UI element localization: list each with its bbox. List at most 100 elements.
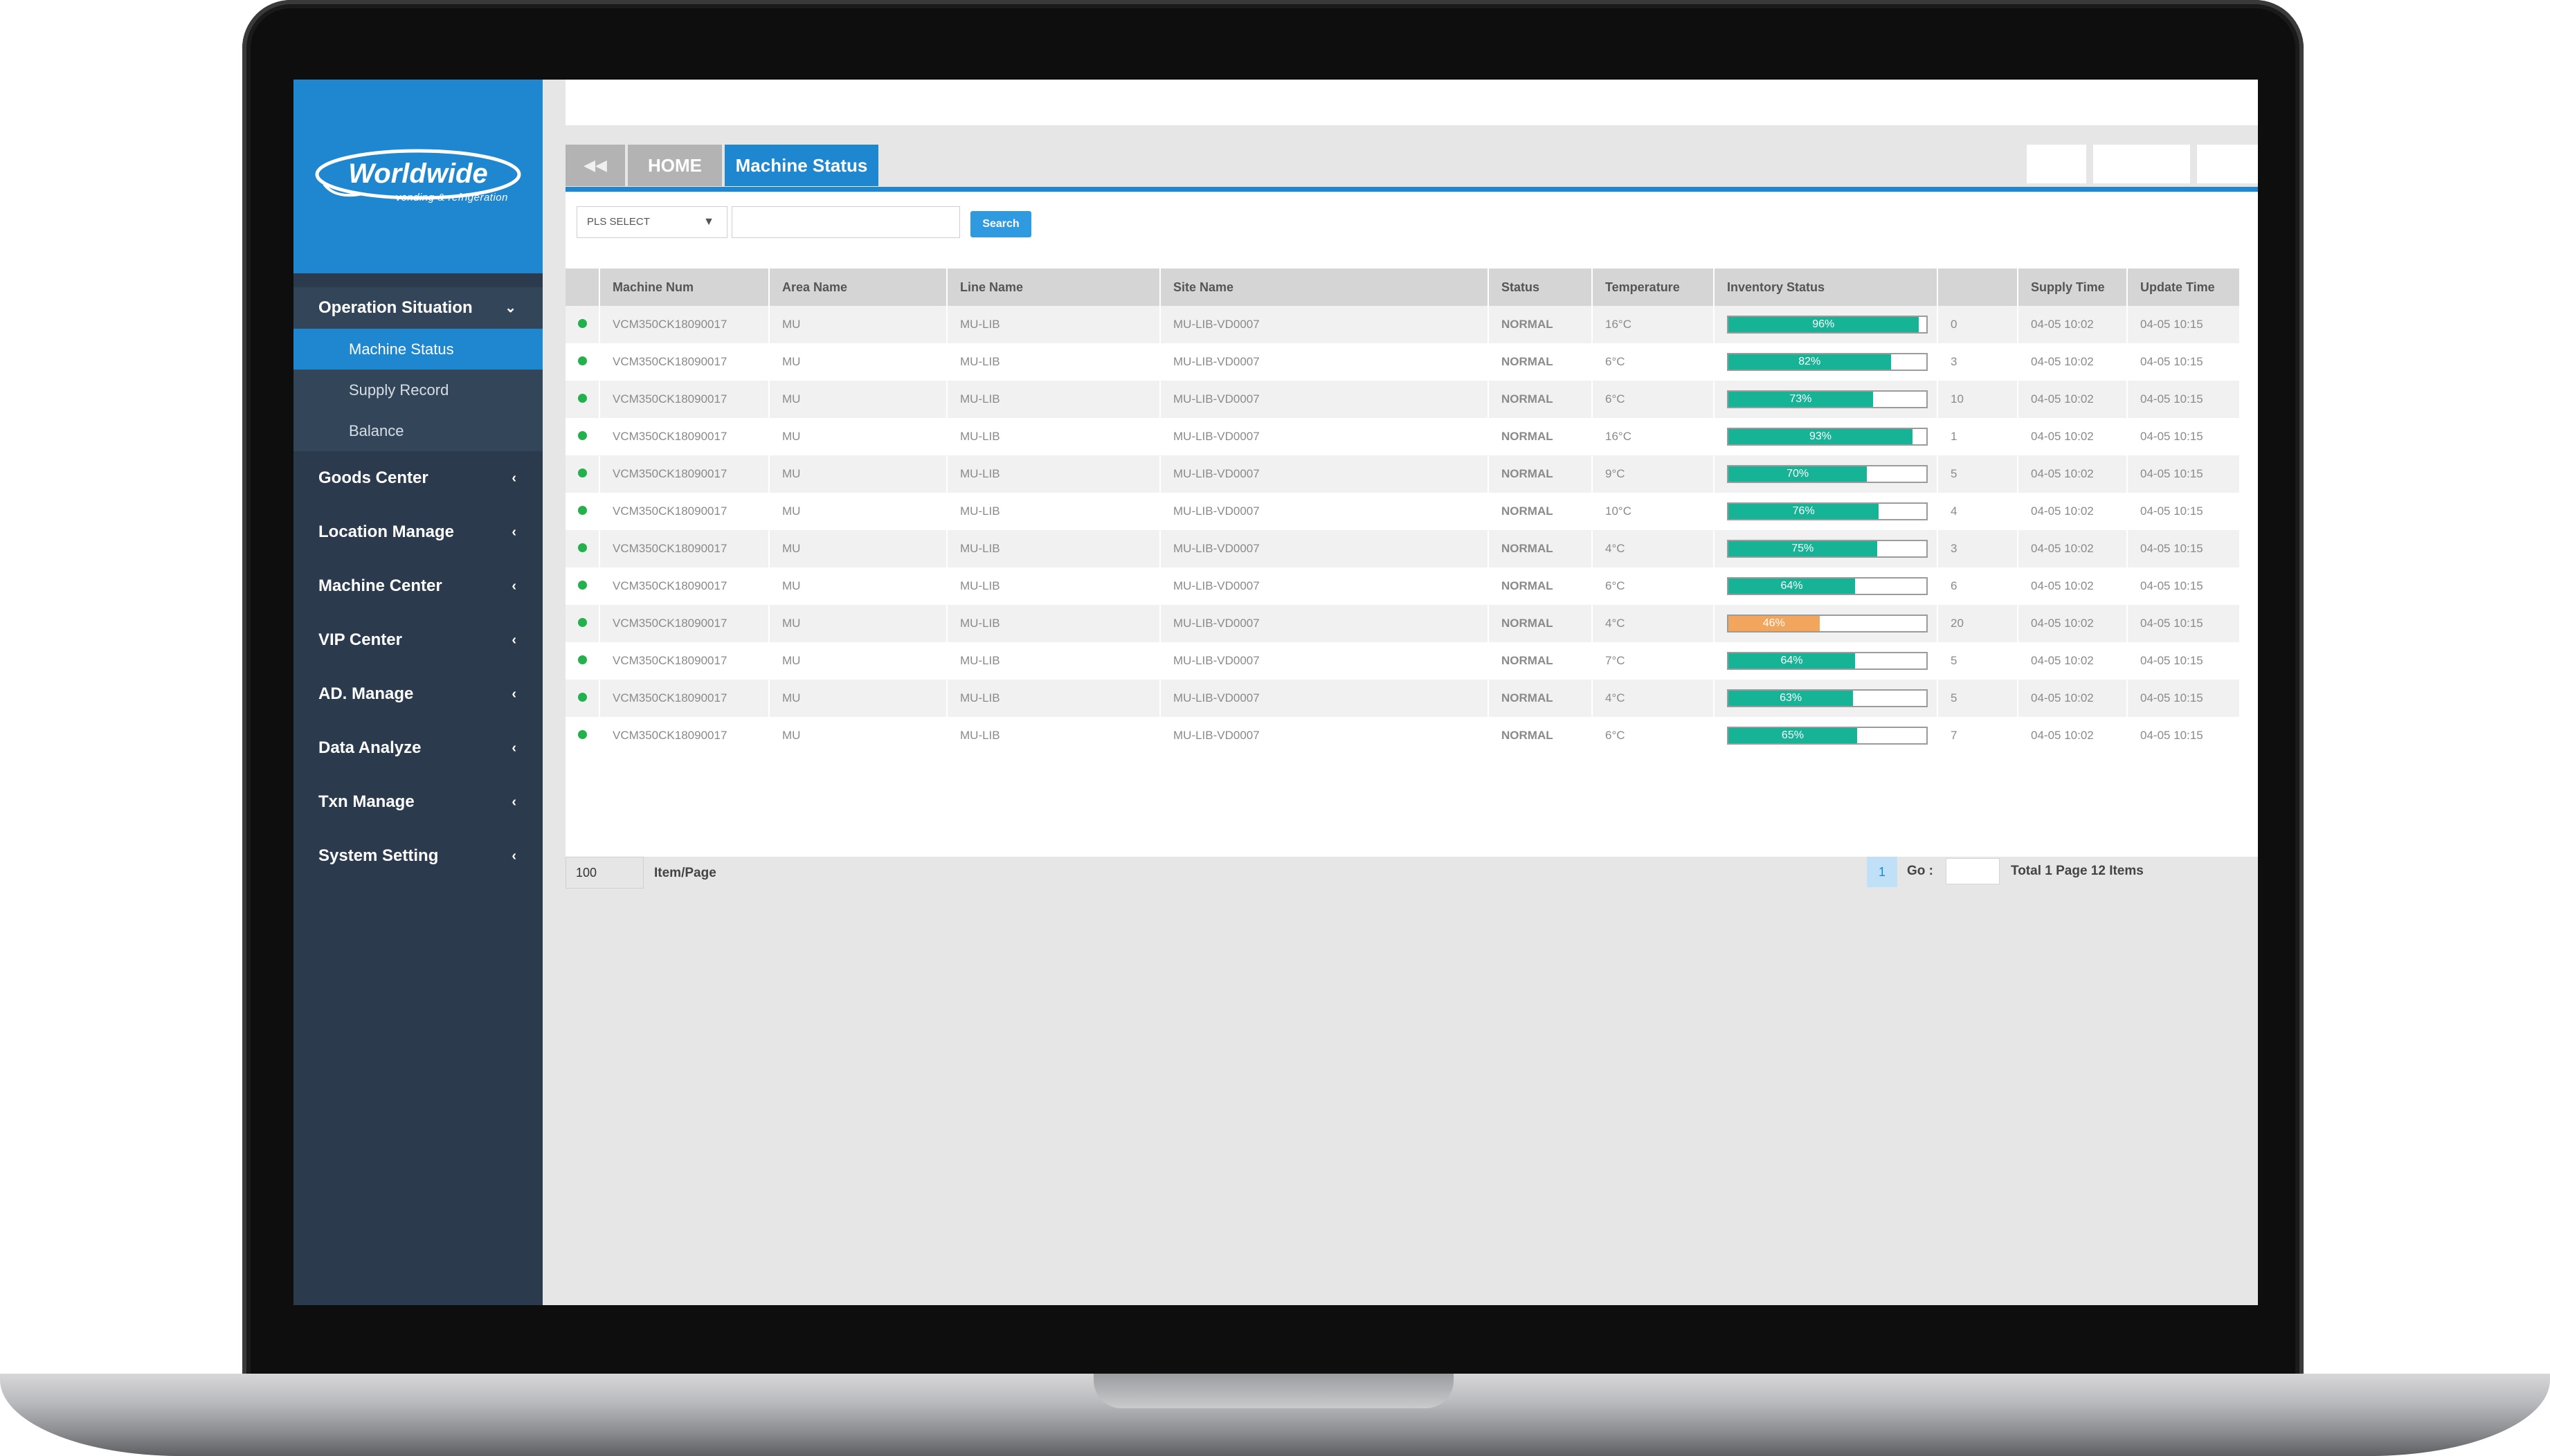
count-cell: 3	[1937, 530, 2018, 567]
supply-time-cell: 04-05 10:02	[2018, 418, 2128, 455]
table-row[interactable]: VCM350CK18090017 MU MU-LIB MU-LIB-VD0007 NOR…	[566, 343, 2241, 381]
supply-time-cell: 04-05 10:02	[2018, 605, 2128, 642]
sidebar-item-machine-status[interactable]: Machine Status	[293, 329, 543, 370]
table-row[interactable]: VCM350CK18090017 MU MU-LIB MU-LIB-VD0007 NOR…	[566, 381, 2241, 418]
chevron-left-icon: ‹	[512, 525, 516, 540]
sidebar-group-location-manage[interactable]: Location Manage ‹	[293, 505, 543, 559]
search-button[interactable]: Search	[970, 211, 1031, 237]
column-header[interactable]: Area Name	[769, 269, 948, 306]
supply-time-cell: 04-05 10:02	[2018, 567, 2128, 605]
area-name-cell: MU	[769, 455, 948, 493]
top-bar	[566, 80, 2258, 125]
sidebar-group-goods-center[interactable]: Goods Center ‹	[293, 451, 543, 505]
status-cell: NORMAL	[1488, 343, 1593, 381]
site-name-cell: MU-LIB-VD0007	[1160, 418, 1489, 455]
content-panel: PLS SELECT ▼ Search Machine Num Area Name…	[566, 192, 2258, 889]
status-cell: NORMAL	[1488, 567, 1593, 605]
toolbar-button[interactable]	[2027, 145, 2086, 183]
temperature-cell: 6°C	[1592, 381, 1715, 418]
inventory-cell: 82%	[1714, 343, 1938, 381]
column-header[interactable]	[566, 269, 600, 306]
toolbar-button[interactable]	[2093, 145, 2190, 183]
sidebar-item-balance[interactable]: Balance	[293, 410, 543, 451]
column-header[interactable]: Update Time	[2127, 269, 2241, 306]
table-row[interactable]: VCM350CK18090017 MU MU-LIB MU-LIB-VD0007 NOR…	[566, 530, 2241, 567]
inventory-cell: 70%	[1714, 455, 1938, 493]
sidebar-group-operation-situation[interactable]: Operation Situation ⌄	[293, 287, 543, 329]
count-cell: 6	[1937, 567, 2018, 605]
status-dot-cell	[566, 530, 600, 567]
status-dot-cell	[566, 455, 600, 493]
supply-time-cell: 04-05 10:02	[2018, 493, 2128, 530]
table-row[interactable]: VCM350CK18090017 MU MU-LIB MU-LIB-VD0007 NOR…	[566, 455, 2241, 493]
chevron-left-icon: ‹	[512, 579, 516, 594]
sidebar-group-vip-center[interactable]: VIP Center ‹	[293, 613, 543, 667]
tab-home[interactable]: HOME	[628, 145, 722, 186]
table-row[interactable]: VCM350CK18090017 MU MU-LIB MU-LIB-VD0007 NOR…	[566, 680, 2241, 717]
area-name-cell: MU	[769, 717, 948, 754]
update-time-cell: 04-05 10:15	[2127, 642, 2241, 680]
update-time-cell: 04-05 10:15	[2127, 343, 2241, 381]
area-name-cell: MU	[769, 381, 948, 418]
table-row[interactable]: VCM350CK18090017 MU MU-LIB MU-LIB-VD0007 NOR…	[566, 493, 2241, 530]
column-header[interactable]	[1937, 269, 2018, 306]
inventory-percent-label: 76%	[1792, 505, 1815, 517]
chevron-down-icon: ⌄	[505, 300, 516, 316]
table-row[interactable]: VCM350CK18090017 MU MU-LIB MU-LIB-VD0007 NOR…	[566, 717, 2241, 754]
sidebar-group-label: Machine Center	[318, 576, 442, 595]
area-name-cell: MU	[769, 605, 948, 642]
line-name-cell: MU-LIB	[947, 605, 1161, 642]
column-header[interactable]: Machine Num	[599, 269, 770, 306]
tab-scroll-back-button[interactable]: ◀◀	[566, 145, 625, 186]
tab-machine-status[interactable]: Machine Status	[725, 145, 878, 186]
temperature-cell: 6°C	[1592, 567, 1715, 605]
tab-underline	[566, 187, 2258, 192]
site-name-cell: MU-LIB-VD0007	[1160, 306, 1489, 343]
table-row[interactable]: VCM350CK18090017 MU MU-LIB MU-LIB-VD0007 NOR…	[566, 418, 2241, 455]
page-number-button[interactable]: 1	[1867, 857, 1897, 887]
logo-text: Worldwide	[348, 158, 487, 189]
column-header[interactable]: Site Name	[1160, 269, 1489, 306]
page-size-input[interactable]: 100	[566, 857, 644, 889]
total-label: Total 1 Page 12 Items	[2011, 864, 2144, 878]
inventory-percent-label: 64%	[1780, 655, 1803, 666]
go-page-input[interactable]	[1946, 858, 2000, 884]
area-name-cell: MU	[769, 642, 948, 680]
site-name-cell: MU-LIB-VD0007	[1160, 530, 1489, 567]
dropdown-arrow-icon: ▼	[703, 216, 714, 228]
column-header[interactable]: Supply Time	[2018, 269, 2128, 306]
status-cell: NORMAL	[1488, 717, 1593, 754]
sidebar-group-system-setting[interactable]: System Setting ‹	[293, 829, 543, 883]
sidebar-item-supply-record[interactable]: Supply Record	[293, 370, 543, 410]
inventory-percent-label: 63%	[1780, 692, 1802, 704]
sidebar-group-machine-center[interactable]: Machine Center ‹	[293, 559, 543, 613]
status-dot-cell	[566, 381, 600, 418]
search-input[interactable]	[732, 206, 960, 238]
column-header[interactable]: Line Name	[947, 269, 1161, 306]
inventory-cell: 64%	[1714, 567, 1938, 605]
laptop-notch	[1094, 1374, 1454, 1408]
inventory-cell: 75%	[1714, 530, 1938, 567]
sidebar-group-ad-manage[interactable]: AD. Manage ‹	[293, 667, 543, 721]
inventory-progress-bar: 64%	[1727, 652, 1928, 670]
table-row[interactable]: VCM350CK18090017 MU MU-LIB MU-LIB-VD0007 NOR…	[566, 605, 2241, 642]
column-header[interactable]: Status	[1488, 269, 1593, 306]
line-name-cell: MU-LIB	[947, 642, 1161, 680]
inventory-progress-bar: 75%	[1727, 540, 1928, 558]
column-header[interactable]: Inventory Status	[1714, 269, 1938, 306]
sidebar-group-data-analyze[interactable]: Data Analyze ‹	[293, 721, 543, 775]
temperature-cell: 16°C	[1592, 418, 1715, 455]
site-name-cell: MU-LIB-VD0007	[1160, 605, 1489, 642]
table-row[interactable]: VCM350CK18090017 MU MU-LIB MU-LIB-VD0007 NOR…	[566, 567, 2241, 605]
toolbar-button[interactable]	[2197, 145, 2258, 183]
inventory-progress-bar: 73%	[1727, 390, 1928, 408]
sidebar-group-txn-manage[interactable]: Txn Manage ‹	[293, 775, 543, 829]
table-row[interactable]: VCM350CK18090017 MU MU-LIB MU-LIB-VD0007 NOR…	[566, 642, 2241, 680]
column-header[interactable]: Temperature	[1592, 269, 1715, 306]
inventory-cell: 93%	[1714, 418, 1938, 455]
status-dot-cell	[566, 642, 600, 680]
filter-select[interactable]: PLS SELECT ▼	[577, 206, 727, 238]
status-cell: NORMAL	[1488, 680, 1593, 717]
inventory-percent-label: 64%	[1780, 580, 1803, 592]
table-row[interactable]: VCM350CK18090017 MU MU-LIB MU-LIB-VD0007 NOR…	[566, 306, 2241, 343]
